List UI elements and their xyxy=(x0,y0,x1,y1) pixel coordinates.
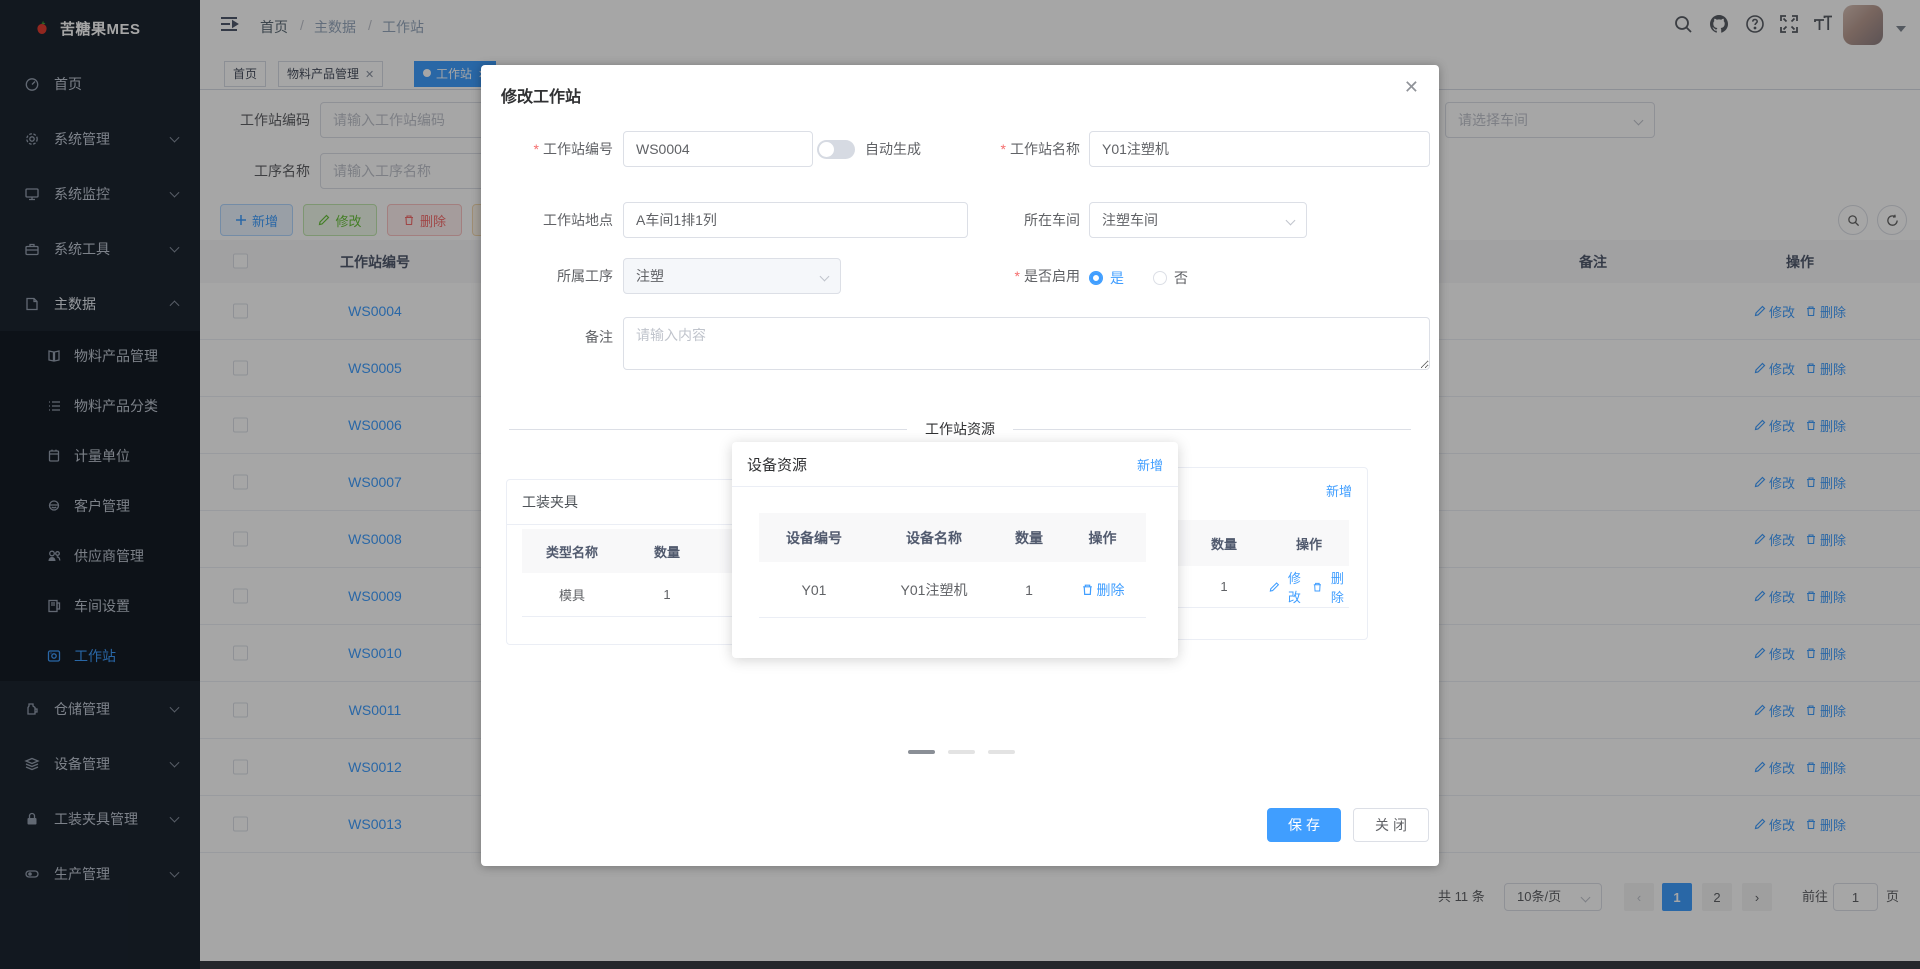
fixture-card-title: 工装夹具 xyxy=(522,494,578,510)
device-card-add-link[interactable]: 新增 xyxy=(1137,455,1163,474)
trash-icon xyxy=(1313,582,1321,592)
device-delete-link[interactable]: 删除 xyxy=(1081,580,1125,600)
app-root: 苦糖果MES 首页 系统管理 系统监控 系统工具 主数据 物料产品管理 物料产品… xyxy=(0,0,1920,969)
pencil-icon xyxy=(1269,581,1280,592)
carousel-dot-2[interactable] xyxy=(948,750,975,754)
device-resource-card: 设备资源 新增 设备编号 设备名称 数量 操作 Y01 Y01注塑机 1 删除 xyxy=(732,442,1178,658)
carousel-indicators xyxy=(908,750,1015,754)
name-input[interactable] xyxy=(1089,131,1430,167)
process-select[interactable]: 注塑 xyxy=(623,258,841,294)
workshop-label: 所在车间 xyxy=(1024,212,1080,228)
resources-section-title: 工作站资源 xyxy=(907,419,1013,439)
close-button[interactable]: 关闭 xyxy=(1353,808,1429,842)
process-label: 所属工序 xyxy=(557,268,613,284)
side-card-add-link[interactable]: 新增 xyxy=(1326,481,1352,500)
code-input[interactable] xyxy=(623,131,813,167)
chevron-down-icon xyxy=(819,271,830,282)
enabled-yes-radio[interactable]: 是 xyxy=(1089,268,1124,288)
edit-workstation-dialog: 修改工作站 ✕ 工作站编号 自动生成 工作站名称 工作站地点 所在车间 注塑车间… xyxy=(481,65,1439,866)
name-label: 工作站名称 xyxy=(901,131,1080,167)
radio-icon xyxy=(1089,271,1103,285)
device-table-row: Y01 Y01注塑机 1 删除 xyxy=(759,562,1146,618)
device-table-header: 设备编号 设备名称 数量 操作 xyxy=(759,513,1146,562)
auto-generate-toggle[interactable] xyxy=(817,140,855,159)
remark-textarea[interactable] xyxy=(623,317,1430,370)
dialog-title: 修改工作站 xyxy=(501,89,582,106)
carousel-dot-1[interactable] xyxy=(908,750,935,754)
enabled-no-radio[interactable]: 否 xyxy=(1153,268,1188,288)
save-button[interactable]: 保存 xyxy=(1267,808,1341,842)
side-delete-link[interactable]: 删除 xyxy=(1312,568,1349,606)
device-card-title: 设备资源 xyxy=(747,456,808,474)
radio-icon xyxy=(1153,271,1167,285)
enabled-label: 是否启用 xyxy=(901,258,1080,294)
location-label: 工作站地点 xyxy=(543,212,613,228)
dialog-close-icon[interactable]: ✕ xyxy=(1404,77,1419,98)
workshop-select[interactable]: 注塑车间 xyxy=(1089,202,1307,238)
carousel-dot-3[interactable] xyxy=(988,750,1015,754)
code-label: 工作站编号 xyxy=(481,131,613,167)
chevron-down-icon xyxy=(1285,215,1296,226)
remark-label: 备注 xyxy=(585,329,613,345)
side-edit-link[interactable]: 修改 xyxy=(1269,568,1306,606)
trash-icon xyxy=(1082,584,1092,595)
